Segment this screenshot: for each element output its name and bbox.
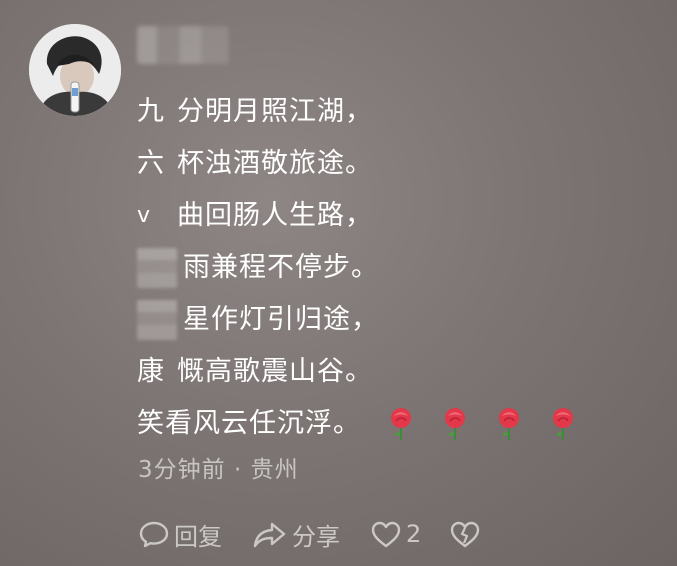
comment-meta: 3分钟前 · 贵州 [138,450,299,484]
rose-icon [499,408,519,440]
username-redacted[interactable] [137,26,229,64]
like-count: 2 [406,520,422,548]
reply-button[interactable]: 回复 [138,517,222,552]
rose-icon [391,408,411,440]
comment-body: 九 分明月照江湖， 六 杯浊酒敬旅途。 v 曲回肠人生路， 雨兼程不停步。 星作… [137,86,657,450]
line-text: 曲回肠人生路， [177,200,373,231]
acrostic-head: 六 [137,148,165,179]
action-bar: 回复 分享 2 [138,512,481,556]
line-text: 笑看风云任沉浮。 [137,408,361,439]
dislike-button[interactable] [449,519,481,549]
emoji-group [387,407,577,441]
line-text: 星作灯引归途， [183,304,379,335]
poem-line: 雨兼程不停步。 [137,242,657,294]
acrostic-head: 康 [137,356,165,387]
acrostic-head: v [137,203,152,228]
share-button[interactable]: 分享 [252,517,340,552]
rose-icon [553,408,573,440]
reply-label: 回复 [174,522,222,551]
poem-line: 笑看风云任沉浮。 [137,398,657,450]
poem-line: 星作灯引归途， [137,294,657,346]
line-text: 慨高歌震山谷。 [177,356,373,387]
heart-icon [371,521,401,548]
meta-separator: · [233,457,243,483]
like-button[interactable]: 2 [370,519,421,549]
line-text: 雨兼程不停步。 [183,252,379,283]
line-text: 分明月照江湖， [177,96,373,127]
poem-line: 康 慨高歌震山谷。 [137,346,657,398]
broken-heart-icon [451,521,480,548]
reply-icon [139,521,169,548]
avatar[interactable] [29,24,121,116]
rose-icon [445,408,465,440]
line-text: 杯浊酒敬旅途。 [177,148,373,179]
share-label: 分享 [292,522,340,551]
timestamp: 3分钟前 [138,457,226,483]
redacted-head [137,300,177,340]
location: 贵州 [250,457,299,483]
poem-line: 九 分明月照江湖， [137,86,657,138]
poem-line: v 曲回肠人生路， [137,190,657,242]
acrostic-head: 九 [137,96,165,127]
redacted-head [137,248,177,288]
share-icon [253,522,286,548]
poem-line: 六 杯浊酒敬旅途。 [137,138,657,190]
